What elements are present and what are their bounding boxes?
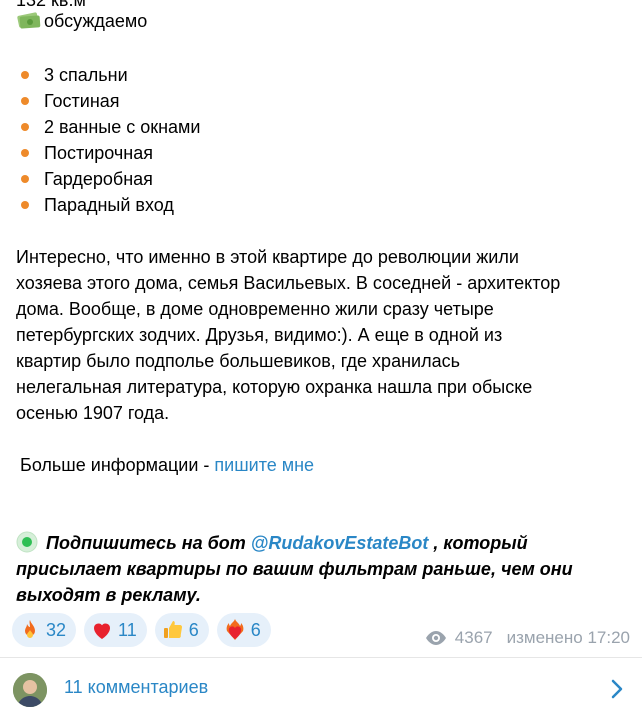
channel-post: 132 кв.м обсуждаемо 3 спальни Гостиная 2…	[0, 0, 642, 655]
price-line: обсуждаемо	[16, 8, 147, 34]
post-paragraph: Интересно, что именно в этой квартире до…	[16, 244, 626, 426]
reaction-count: 11	[118, 619, 137, 640]
bot-link[interactable]: @RudakovEstateBot	[251, 533, 429, 553]
list-item: Гардеробная	[20, 166, 200, 192]
contact-link[interactable]: пишите мне	[214, 455, 314, 475]
subscribe-text-tail: , который	[428, 533, 528, 553]
bullet-icon	[21, 149, 29, 157]
reaction-count: 6	[250, 619, 261, 640]
reaction-heart[interactable]: 11	[84, 613, 147, 647]
bullet-icon	[21, 97, 29, 105]
paragraph-line: Интересно, что именно в этой квартире до…	[16, 247, 519, 267]
paragraph-line: нелегальная литература, которую охранка …	[16, 377, 533, 397]
subscribe-line-3: выходят в рекламу.	[16, 585, 201, 605]
reactions-bar: 32 11 6 6	[12, 613, 271, 647]
comments-label: 11 комментариев	[64, 677, 209, 697]
bullet-icon	[21, 201, 29, 209]
paragraph-line: хозяева этого дома, семья Васильевых. В …	[16, 273, 561, 293]
list-item: 2 ванные с окнами	[20, 114, 200, 140]
reaction-heart-on-fire[interactable]: 6	[216, 613, 271, 647]
list-item: Постирочная	[20, 140, 200, 166]
paragraph-line: дома. Вообще, в доме одновременно жили с…	[16, 299, 494, 319]
bullet-icon	[21, 71, 29, 79]
bullet-icon	[21, 175, 29, 183]
chevron-right-icon	[611, 679, 623, 699]
avatar	[13, 673, 47, 707]
thumbs-up-icon	[163, 621, 182, 639]
more-info-text: Больше информации -	[20, 455, 215, 475]
paragraph-line: петербургских зодчих. Друзья, видимо:). …	[16, 325, 503, 345]
features-list: 3 спальни Гостиная 2 ванные с окнами Пос…	[20, 62, 200, 218]
reaction-count: 32	[46, 619, 67, 640]
reaction-fire[interactable]: 32	[12, 613, 77, 647]
price-text: обсуждаемо	[44, 11, 148, 31]
heart-icon	[94, 623, 111, 639]
post-meta: 4367 изменено 17:20	[425, 628, 630, 648]
comments-button[interactable]: 11 комментариев	[0, 658, 642, 716]
reaction-count: 6	[188, 619, 199, 640]
subscribe-line-2: присылает квартиры по вашим фильтрам ран…	[16, 559, 573, 579]
paragraph-line: осенью 1907 года.	[16, 403, 170, 423]
subscribe-block: Подпишитесь на бот @RudakovEstateBot , к…	[16, 530, 573, 608]
subscribe-text: Подпишитесь на бот	[46, 533, 251, 553]
fire-icon	[25, 620, 35, 638]
eye-icon	[425, 631, 446, 645]
more-info-line: Больше информации - пишите мне	[20, 452, 314, 478]
reaction-thumbs-up[interactable]: 6	[154, 613, 209, 647]
edited-time: изменено 17:20	[506, 628, 630, 647]
heart-on-fire-icon	[226, 619, 244, 640]
bullet-icon	[21, 123, 29, 131]
list-item: Гостиная	[20, 88, 200, 114]
money-icon	[17, 12, 41, 29]
views-count: 4367	[454, 628, 493, 647]
list-item: Парадный вход	[20, 192, 200, 218]
list-item: 3 спальни	[20, 62, 200, 88]
paragraph-line: квартир было подполье большевиков, где х…	[16, 351, 460, 371]
green-circle-icon	[16, 531, 38, 553]
